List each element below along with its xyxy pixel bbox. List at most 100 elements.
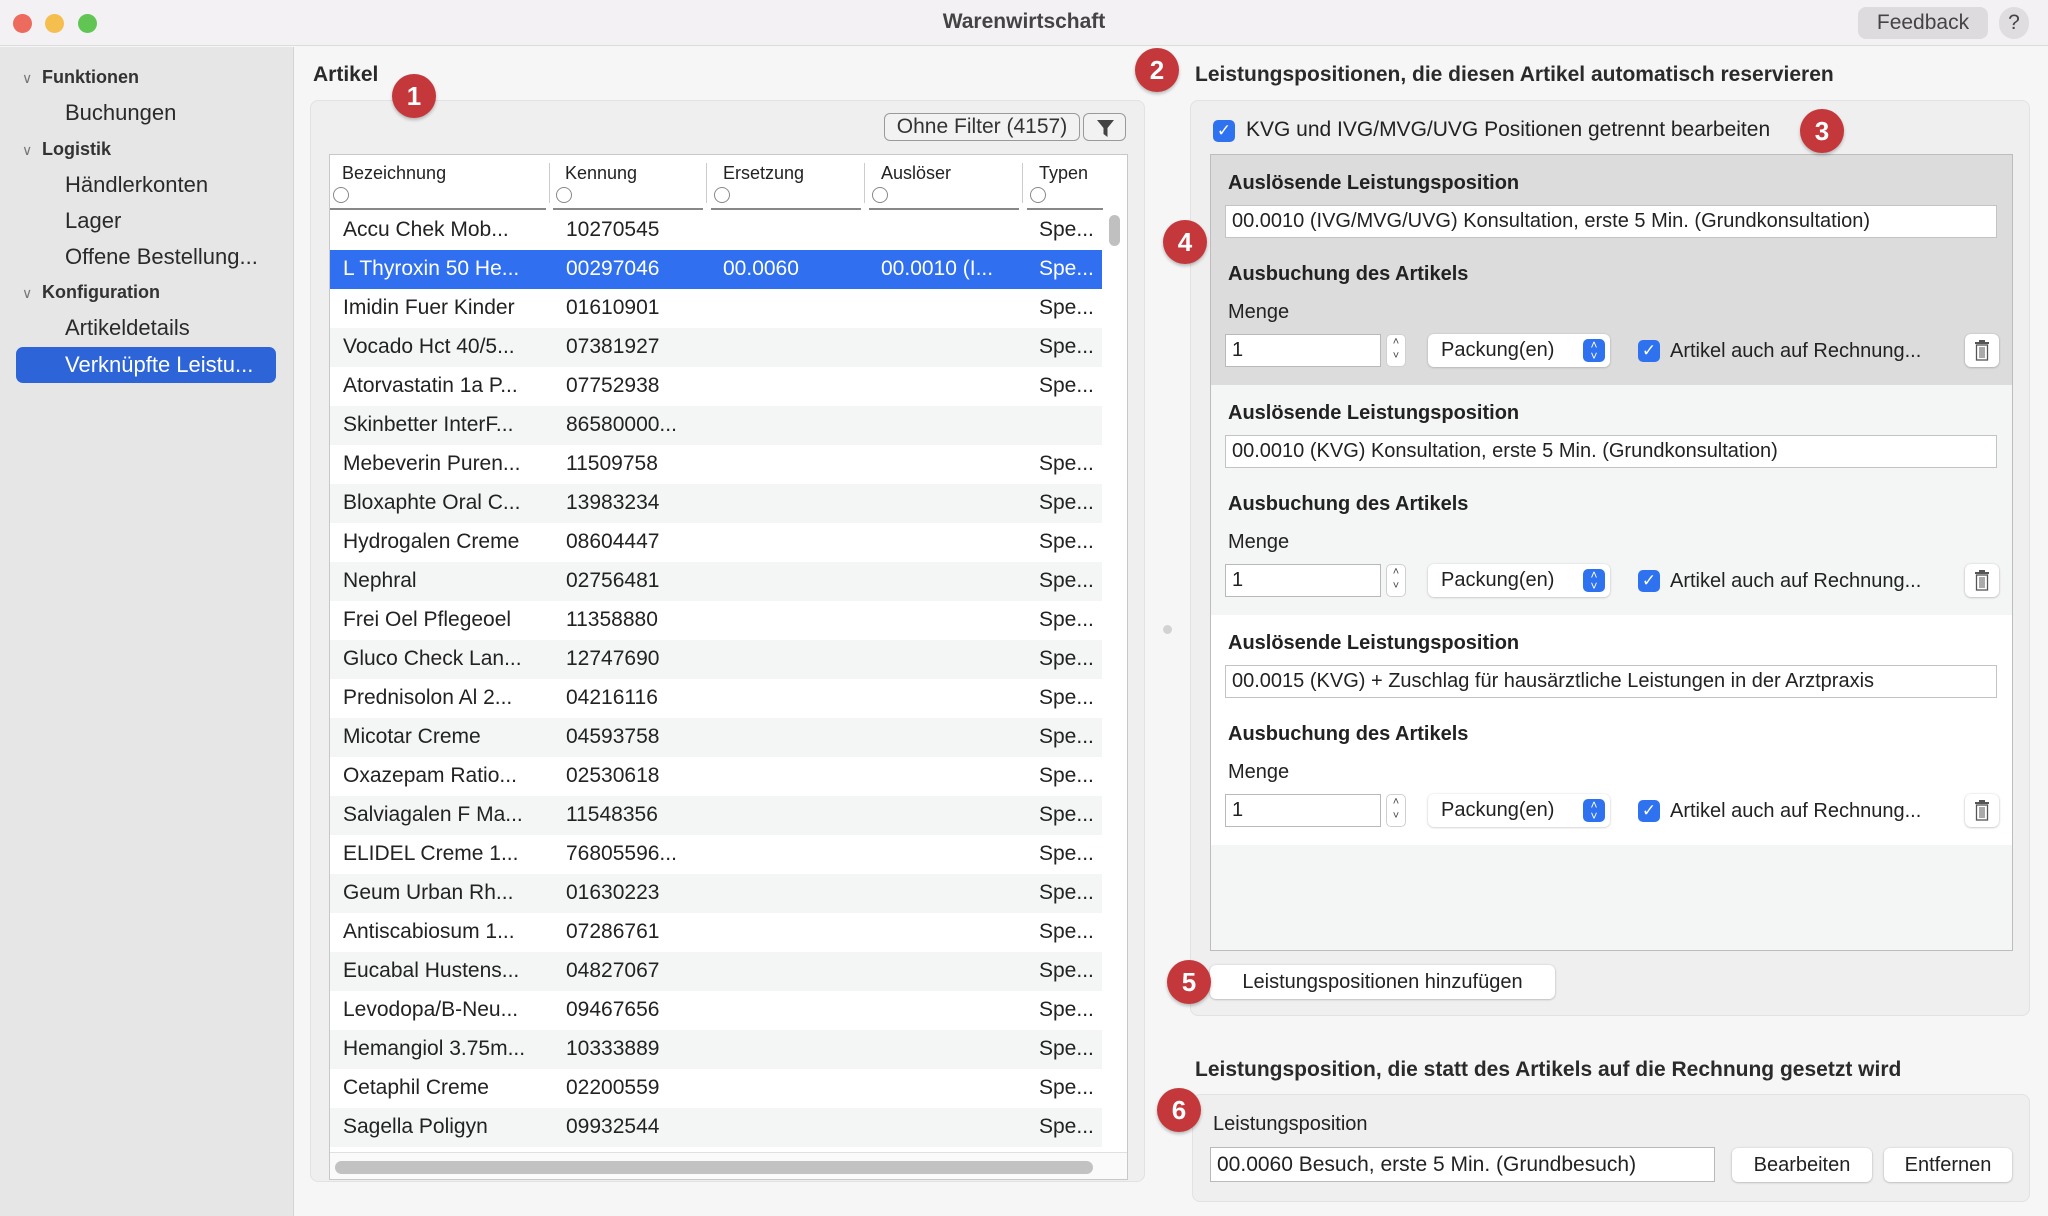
- sidebar-item-lager[interactable]: Lager: [65, 208, 121, 234]
- column-filter-radio[interactable]: [1030, 187, 1046, 203]
- table-cell-typen: Spe...: [1039, 881, 1094, 904]
- column-filter-radio[interactable]: [714, 187, 730, 203]
- table-row[interactable]: Prednisolon Al 2... 04216116 Spe...: [330, 679, 1102, 718]
- vertical-scrollbar[interactable]: [1109, 215, 1120, 246]
- table-cell-kennung: 10270545: [566, 218, 660, 241]
- table-row[interactable]: Frei Oel Pflegeoel 11358880 Spe...: [330, 601, 1102, 640]
- quantity-stepper[interactable]: ˄ ˅: [1386, 334, 1406, 367]
- quantity-stepper[interactable]: ˄ ˅: [1386, 564, 1406, 597]
- unit-select[interactable]: Packung(en) ˄ ˅: [1428, 334, 1610, 367]
- column-separator[interactable]: [549, 163, 550, 203]
- table-row[interactable]: Hydrogalen Creme 08604447 Spe...: [330, 523, 1102, 562]
- column-separator[interactable]: [706, 163, 707, 203]
- edit-button[interactable]: Bearbeiten: [1732, 1148, 1872, 1182]
- table-row[interactable]: Cetaphil Creme 02200559 Spe...: [330, 1069, 1102, 1108]
- table-row[interactable]: Vocado Hct 40/5... 07381927 Spe...: [330, 328, 1102, 367]
- replacement-title: Leistungsposition, die statt des Artikel…: [1195, 1058, 1902, 1081]
- column-header-ersetzung[interactable]: Ersetzung: [711, 155, 865, 211]
- table-row[interactable]: Hemangiol 3.75m... 10333889 Spe...: [330, 1030, 1102, 1069]
- column-underline: [1027, 208, 1103, 210]
- table-cell-kennung: 09932544: [566, 1115, 660, 1138]
- sidebar-group-konfiguration[interactable]: ∨ Konfiguration: [22, 282, 160, 303]
- trigger-position-field[interactable]: 00.0015 (KVG) + Zuschlag für hausärztlic…: [1225, 665, 1997, 698]
- reserve-title: Leistungspositionen, die diesen Artikel …: [1195, 63, 1834, 86]
- add-positions-button[interactable]: Leistungspositionen hinzufügen: [1210, 965, 1555, 999]
- table-cell-typen: Spe...: [1039, 764, 1094, 787]
- table-cell-kennung: 10333889: [566, 1037, 660, 1060]
- sidebar-group-funktionen[interactable]: ∨ Funktionen: [22, 67, 139, 88]
- table-row[interactable]: Skinbetter InterF... 86580000...: [330, 406, 1102, 445]
- annotation-badge-3: 3: [1800, 109, 1844, 153]
- position-block[interactable]: Auslösende Leistungsposition 00.0010 (KV…: [1211, 385, 2012, 615]
- table-cell-typen: Spe...: [1039, 803, 1094, 826]
- column-label: Auslöser: [881, 163, 952, 183]
- table-row[interactable]: Levodopa/B-Neu... 09467656 Spe...: [330, 991, 1102, 1030]
- horizontal-scrollbar[interactable]: [335, 1161, 1093, 1174]
- column-underline: [711, 208, 861, 210]
- trigger-position-field[interactable]: 00.0010 (KVG) Konsultation, erste 5 Min.…: [1225, 435, 1997, 468]
- table-cell-bezeichnung: Micotar Creme: [343, 725, 481, 748]
- table-row[interactable]: Micotar Creme 04593758 Spe...: [330, 718, 1102, 757]
- table-cell-bezeichnung: Antiscabiosum 1...: [343, 920, 515, 943]
- table-row[interactable]: Imidin Fuer Kinder 01610901 Spe...: [330, 289, 1102, 328]
- separate-positions-checkbox[interactable]: ✓: [1213, 120, 1235, 142]
- trigger-position-field[interactable]: 00.0010 (IVG/MVG/UVG) Konsultation, erst…: [1225, 205, 1997, 238]
- sidebar-item-haendlerkonten[interactable]: Händlerkonten: [65, 172, 208, 198]
- invoice-checkbox[interactable]: ✓: [1638, 800, 1660, 822]
- table-row[interactable]: Eucabal Hustens... 04827067 Spe...: [330, 952, 1102, 991]
- remove-button[interactable]: Entfernen: [1884, 1148, 2012, 1182]
- column-header-bezeichnung[interactable]: Bezeichnung: [330, 155, 550, 211]
- unit-select[interactable]: Packung(en) ˄ ˅: [1428, 564, 1610, 597]
- table-row[interactable]: Bloxaphte Oral C... 13983234 Spe...: [330, 484, 1102, 523]
- table-cell-bezeichnung: Frei Oel Pflegeoel: [343, 608, 512, 631]
- sidebar-item-verknuepfte-leistungen[interactable]: Verknüpfte Leistu...: [16, 347, 276, 383]
- column-filter-radio[interactable]: [556, 187, 572, 203]
- sidebar-item-artikeldetails[interactable]: Artikeldetails: [65, 315, 190, 341]
- invoice-checkbox[interactable]: ✓: [1638, 340, 1660, 362]
- table-row[interactable]: Oxazepam Ratio... 02530618 Spe...: [330, 757, 1102, 796]
- table-cell-kennung: 13983234: [566, 491, 660, 514]
- column-filter-radio[interactable]: [872, 187, 888, 203]
- column-separator[interactable]: [1022, 163, 1023, 203]
- feedback-button[interactable]: Feedback: [1858, 7, 1988, 39]
- table-row[interactable]: ELIDEL Creme 1... 76805596... Spe...: [330, 835, 1102, 874]
- sidebar-item-offene-bestellungen[interactable]: Offene Bestellung...: [65, 244, 258, 270]
- position-block[interactable]: Auslösende Leistungsposition 00.0015 (KV…: [1211, 615, 2012, 845]
- table-row[interactable]: Sagella Poligyn 09932544 Spe...: [330, 1108, 1102, 1147]
- unit-select[interactable]: Packung(en) ˄ ˅: [1428, 794, 1610, 827]
- filter-button[interactable]: [1083, 113, 1126, 141]
- filter-status-button[interactable]: Ohne Filter (4157): [884, 113, 1080, 141]
- quantity-stepper[interactable]: ˄ ˅: [1386, 794, 1406, 827]
- select-arrows-icon: ˄ ˅: [1583, 799, 1605, 822]
- table-row[interactable]: Mebeverin Puren... 11509758 Spe...: [330, 445, 1102, 484]
- column-filter-radio[interactable]: [333, 187, 349, 203]
- invoice-checkbox[interactable]: ✓: [1638, 570, 1660, 592]
- sidebar-item-buchungen[interactable]: Buchungen: [65, 100, 176, 126]
- table-row[interactable]: Geum Urban Rh... 01630223 Spe...: [330, 874, 1102, 913]
- table-row[interactable]: Salviagalen F Ma... 11548356 Spe...: [330, 796, 1102, 835]
- table-row[interactable]: Nephral 02756481 Spe...: [330, 562, 1102, 601]
- column-header-kennung[interactable]: Kennung: [553, 155, 707, 211]
- table-row[interactable]: Atorvastatin 1a P... 07752938 Spe...: [330, 367, 1102, 406]
- table-row[interactable]: Accu Chek Mob... 10270545 Spe...: [330, 211, 1102, 250]
- column-header-ausloeser[interactable]: Auslöser: [869, 155, 1023, 211]
- quantity-input[interactable]: 1: [1225, 794, 1381, 827]
- split-view-divider-handle[interactable]: [1163, 625, 1172, 634]
- sidebar-group-logistik[interactable]: ∨ Logistik: [22, 139, 111, 160]
- delete-position-button[interactable]: [1965, 794, 1999, 827]
- column-separator[interactable]: [864, 163, 865, 203]
- position-block[interactable]: Auslösende Leistungsposition 00.0010 (IV…: [1211, 155, 2012, 385]
- table-row[interactable]: Gluco Check Lan... 12747690 Spe...: [330, 640, 1102, 679]
- table-cell-typen: Spe...: [1039, 959, 1094, 982]
- quantity-input[interactable]: 1: [1225, 564, 1381, 597]
- help-button[interactable]: ?: [1999, 7, 2029, 39]
- quantity-input[interactable]: 1: [1225, 334, 1381, 367]
- funnel-icon: [1097, 120, 1114, 137]
- table-row[interactable]: Antiscabiosum 1... 07286761 Spe...: [330, 913, 1102, 952]
- replacement-position-field[interactable]: 00.0060 Besuch, erste 5 Min. (Grundbesuc…: [1210, 1147, 1715, 1182]
- delete-position-button[interactable]: [1965, 564, 1999, 597]
- sidebar-group-label: Konfiguration: [42, 282, 160, 302]
- delete-position-button[interactable]: [1965, 334, 1999, 367]
- column-header-typen[interactable]: Typen: [1027, 155, 1107, 211]
- table-row[interactable]: L Thyroxin 50 He... 00297046 00.0060 00.001…: [330, 250, 1102, 289]
